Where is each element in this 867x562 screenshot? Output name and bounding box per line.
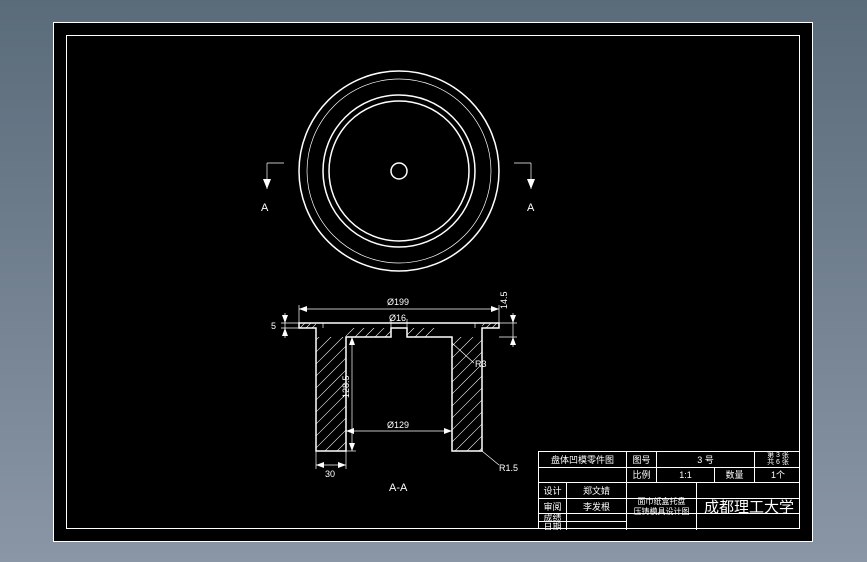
tb-date-lbl: 日期 — [539, 522, 567, 530]
tb-qty-lbl: 数量 — [715, 468, 755, 483]
dim-d129: Ø129 — [387, 420, 409, 430]
section-letter-right: A — [527, 202, 535, 214]
section-arrow-left: A — [261, 163, 284, 214]
tb-partname: 盘体凹模零件图 — [539, 452, 627, 467]
top-view: A A — [261, 71, 535, 271]
dim-r1_5: R1.5 — [499, 463, 518, 473]
dim-t14_5: 14.5 — [499, 291, 509, 309]
tb-check-lbl: 审阅 — [539, 499, 567, 514]
tb-drwno-lbl: 图号 — [627, 452, 657, 467]
tb-org: 成都理工大学 — [697, 483, 801, 530]
dim-t5: 5 — [271, 321, 276, 331]
dim-d16: Ø16 — [389, 313, 406, 323]
tb-scale-lbl: 比例 — [627, 468, 657, 483]
dim-d199: Ø199 — [387, 297, 409, 307]
dim-r3: R3 — [475, 359, 487, 369]
tb-proj1: 面巾纸盒托盘 — [638, 497, 686, 507]
section-arrow-right: A — [514, 163, 535, 214]
dim-h128_5: 128.5 — [341, 375, 351, 398]
section-label: A-A — [389, 482, 408, 494]
title-block: 盘体凹模零件图 图号 3 号 第 3 张 共 6 张 比例 1:1 数量 1个 … — [538, 451, 800, 529]
tb-design-lbl: 设计 — [539, 483, 567, 498]
tb-check: 李发根 — [567, 499, 627, 514]
tb-scale: 1:1 — [657, 468, 715, 483]
tb-qty: 1个 — [755, 468, 801, 483]
tb-class-lbl: 成绩 — [539, 514, 567, 522]
tb-proj2: 压铸模具设计图 — [634, 507, 690, 517]
tb-drwno: 3 号 — [657, 452, 755, 467]
section-view: Ø199 14.5 5 Ø16 R3 — [271, 253, 527, 511]
tb-design: 郑文婧 — [567, 483, 627, 498]
tb-sheet2: 共 6 张 — [767, 459, 789, 466]
drawing-sheet: A A — [53, 22, 813, 542]
dim-w30: 30 — [325, 469, 335, 479]
section-letter-left: A — [261, 202, 269, 214]
